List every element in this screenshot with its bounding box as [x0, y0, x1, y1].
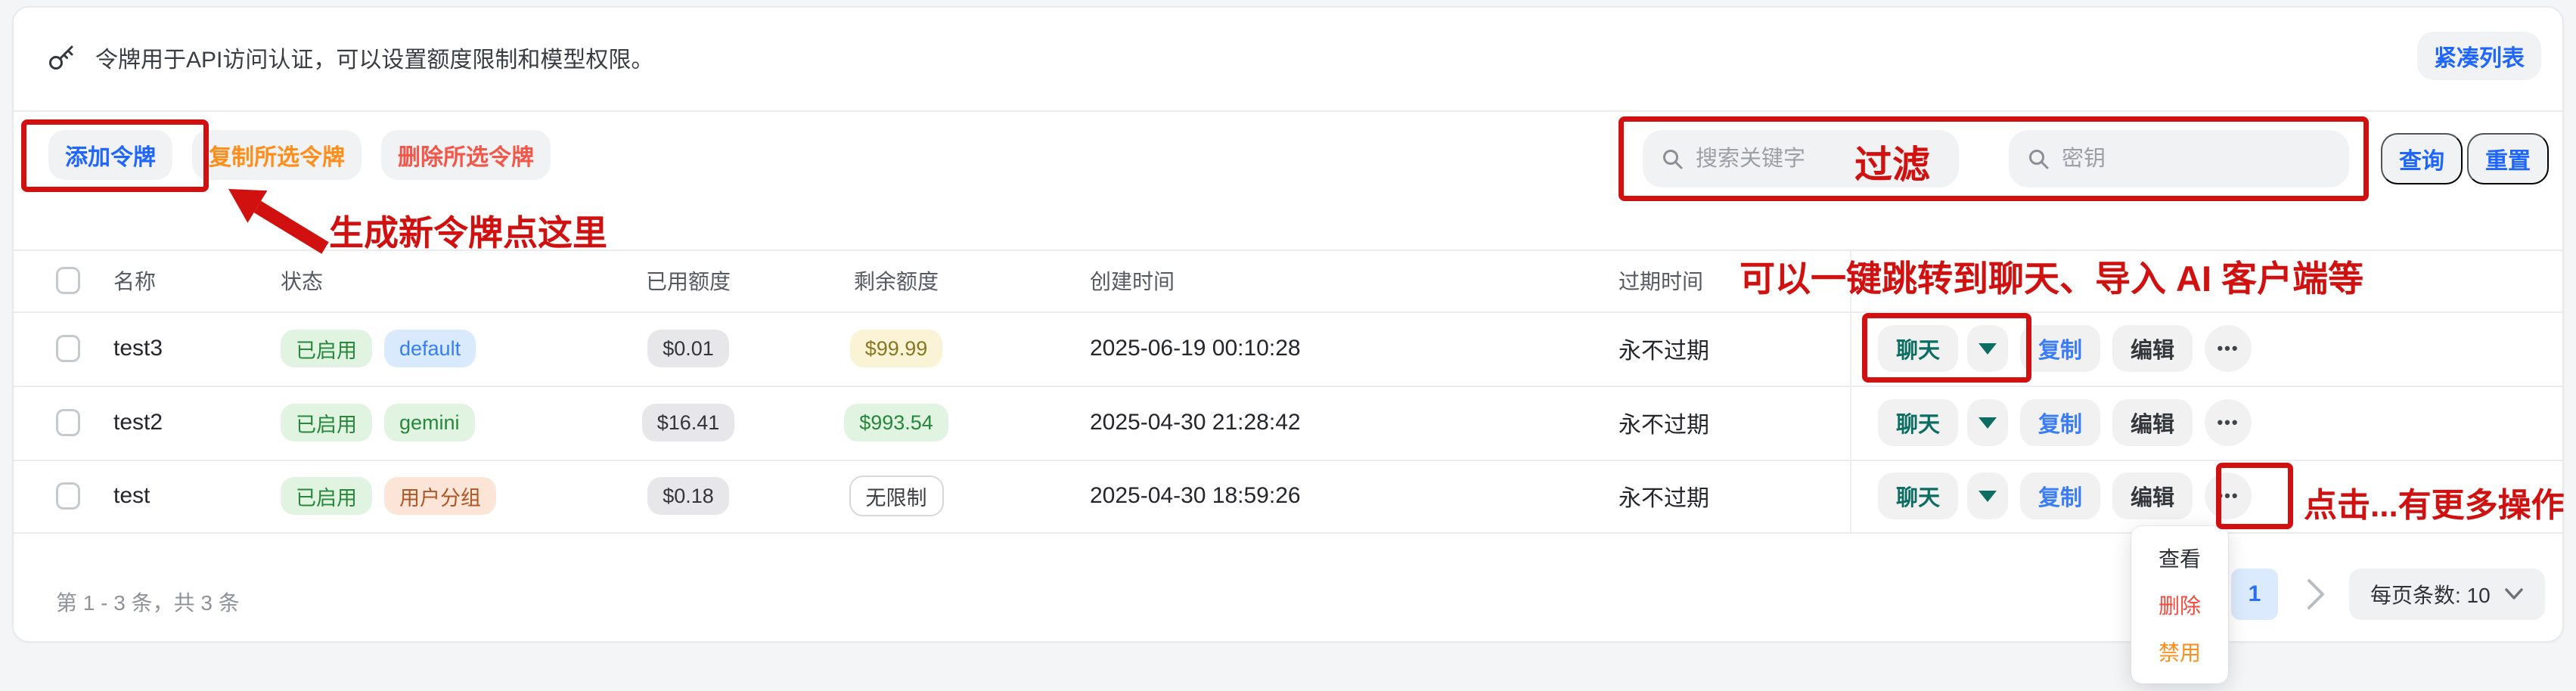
more-actions-button[interactable]: ••• — [2205, 399, 2252, 446]
menu-item-disable[interactable]: 禁用 — [2159, 637, 2201, 667]
chat-button[interactable]: 聊天 — [1878, 473, 1958, 519]
add-token-button[interactable]: 添加令牌 — [48, 130, 172, 180]
status-badge: 已启用 — [281, 330, 372, 367]
chat-button[interactable]: 聊天 — [1878, 399, 1958, 446]
table-row: test3 已启用 default $0.01 $99.99 2025-06-1… — [0, 311, 2576, 386]
used-quota-badge: $16.41 — [642, 404, 735, 442]
chevron-right-icon — [2306, 578, 2326, 611]
row-checkbox[interactable] — [56, 482, 80, 510]
key-icon — [47, 42, 77, 73]
group-badge: gemini — [384, 404, 475, 442]
key-search-box — [2009, 130, 2349, 187]
chat-dropdown-button[interactable] — [1967, 473, 2008, 519]
delete-selected-button[interactable]: 删除所选令牌 — [381, 130, 551, 180]
copy-selected-button[interactable]: 复制所选令牌 — [192, 130, 362, 180]
status-badge: 已启用 — [281, 477, 372, 515]
column-header-used-quota: 已用额度 — [597, 265, 779, 296]
column-header-status: 状态 — [281, 265, 323, 296]
divider — [14, 110, 2562, 112]
token-name: test3 — [113, 336, 163, 361]
info-row: 令牌用于API访问认证，可以设置额度限制和模型权限。 — [47, 41, 653, 74]
copy-button[interactable]: 复制 — [2020, 473, 2100, 519]
chevron-down-icon — [2504, 587, 2524, 601]
row-checkbox[interactable] — [56, 409, 80, 436]
remaining-quota-badge: $99.99 — [850, 330, 943, 367]
created-time: 2025-04-30 18:59:26 — [1090, 483, 1301, 509]
status-badge: 已启用 — [281, 404, 372, 442]
page-1-button[interactable]: 1 — [2231, 569, 2278, 620]
column-header-remaining-quota: 剩余额度 — [802, 265, 991, 296]
query-button[interactable]: 查询 — [2381, 133, 2463, 184]
search-icon — [1661, 147, 1684, 170]
select-all-checkbox[interactable] — [56, 267, 80, 294]
used-quota-badge: $0.01 — [647, 330, 729, 367]
created-time: 2025-04-30 21:28:42 — [1090, 410, 1301, 435]
column-header-created-time: 创建时间 — [1090, 265, 1175, 296]
row-checkbox[interactable] — [56, 335, 80, 362]
token-name: test2 — [113, 410, 163, 435]
expire-time: 永不过期 — [1619, 479, 1709, 513]
more-actions-menu: 查看 删除 禁用 — [2131, 526, 2228, 683]
menu-item-delete[interactable]: 删除 — [2159, 590, 2201, 620]
menu-item-view[interactable]: 查看 — [2159, 543, 2201, 573]
edit-button[interactable]: 编辑 — [2112, 325, 2193, 372]
more-actions-button[interactable]: ••• — [2205, 325, 2252, 372]
group-badge: 用户分组 — [384, 477, 496, 515]
remaining-quota-badge: $993.54 — [844, 404, 948, 442]
more-actions-button[interactable]: ••• — [2205, 473, 2252, 519]
next-page-button[interactable] — [2301, 575, 2331, 614]
pagination-summary: 第 1 - 3 条，共 3 条 — [56, 587, 240, 617]
table-row: test2 已启用 gemini $16.41 $993.54 2025-04-… — [0, 386, 2576, 460]
chevron-down-icon — [1979, 417, 1997, 429]
edit-button[interactable]: 编辑 — [2112, 473, 2193, 519]
reset-button[interactable]: 重置 — [2467, 133, 2549, 184]
chat-dropdown-button[interactable] — [1967, 399, 2008, 446]
key-search-input[interactable] — [2060, 146, 2331, 172]
page-size-select[interactable]: 每页条数: 10 — [2349, 569, 2545, 620]
column-header-expire-time: 过期时间 — [1619, 265, 1703, 296]
chevron-down-icon — [1979, 343, 1997, 355]
keyword-search-box — [1643, 130, 1959, 187]
group-badge: default — [384, 330, 476, 367]
chat-dropdown-button[interactable] — [1967, 325, 2008, 372]
table-row: test 已启用 用户分组 $0.18 无限制 2025-04-30 18:59… — [0, 460, 2576, 532]
toolbar: 添加令牌 复制所选令牌 删除所选令牌 — [48, 130, 551, 180]
edit-button[interactable]: 编辑 — [2112, 399, 2193, 446]
created-time: 2025-06-19 00:10:28 — [1090, 336, 1301, 361]
keyword-search-input[interactable] — [1694, 146, 1941, 172]
remaining-quota-badge: 无限制 — [849, 476, 944, 516]
copy-button[interactable]: 复制 — [2020, 325, 2100, 372]
info-text: 令牌用于API访问认证，可以设置额度限制和模型权限。 — [95, 41, 653, 74]
table-header-row: 名称 状态 已用额度 剩余额度 创建时间 过期时间 — [0, 249, 2576, 311]
used-quota-badge: $0.18 — [647, 477, 729, 515]
token-management-page: 令牌用于API访问认证，可以设置额度限制和模型权限。 紧凑列表 添加令牌 复制所… — [0, 0, 2576, 691]
search-icon — [2027, 147, 2050, 170]
compact-list-button[interactable]: 紧凑列表 — [2417, 32, 2541, 80]
copy-button[interactable]: 复制 — [2020, 399, 2100, 446]
column-header-name: 名称 — [113, 265, 156, 296]
expire-time: 永不过期 — [1619, 406, 1709, 439]
token-name: test — [113, 483, 150, 509]
page-size-label: 每页条数: 10 — [2370, 579, 2491, 609]
chevron-down-icon — [1979, 491, 1997, 502]
expire-time: 永不过期 — [1619, 332, 1709, 365]
chat-button[interactable]: 聊天 — [1878, 325, 1958, 372]
